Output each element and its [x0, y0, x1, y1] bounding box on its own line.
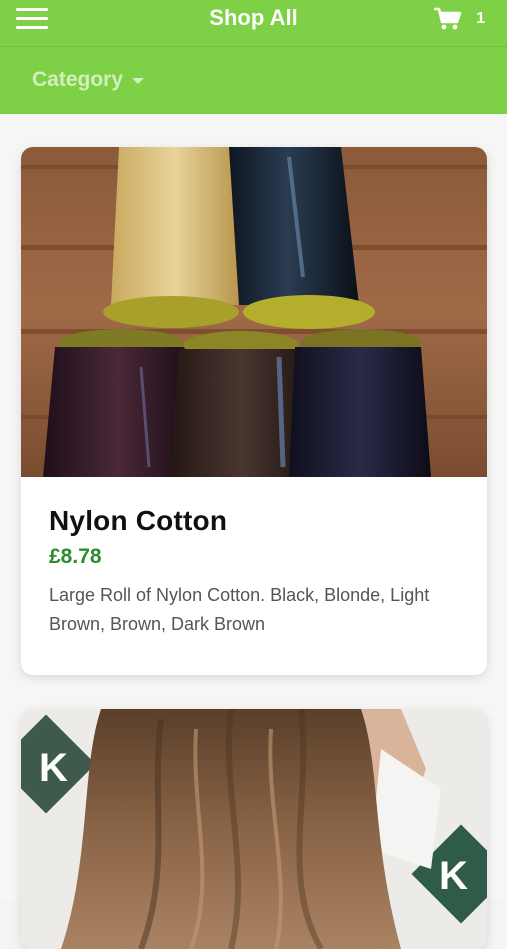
cart-button[interactable]: 1 — [434, 6, 485, 32]
category-label: Category — [32, 68, 124, 91]
product-description: Large Roll of Nylon Cotton. Black, Blond… — [49, 585, 430, 634]
product-card[interactable]: K K — [21, 709, 487, 949]
product-name[interactable]: Nylon Cotton — [49, 505, 227, 537]
svg-text:K: K — [439, 854, 468, 898]
svg-text:K: K — [39, 746, 68, 790]
page-title: Shop All — [209, 5, 298, 30]
cart-icon — [434, 7, 462, 30]
header-row: Shop All 1 — [0, 0, 507, 47]
product-image: K K — [21, 709, 487, 949]
product-image — [21, 147, 487, 477]
product-list: Nylon Cotton £8.78 Large Roll of Nylon C… — [0, 114, 507, 949]
product-card[interactable]: Nylon Cotton £8.78 Large Roll of Nylon C… — [21, 147, 487, 675]
top-app-bar: Shop All 1 Category — [0, 0, 507, 114]
category-dropdown[interactable]: Category — [32, 68, 145, 92]
cart-count-badge: 1 — [476, 10, 485, 27]
caret-down-icon — [132, 78, 145, 84]
product-price: £8.78 — [49, 545, 102, 568]
